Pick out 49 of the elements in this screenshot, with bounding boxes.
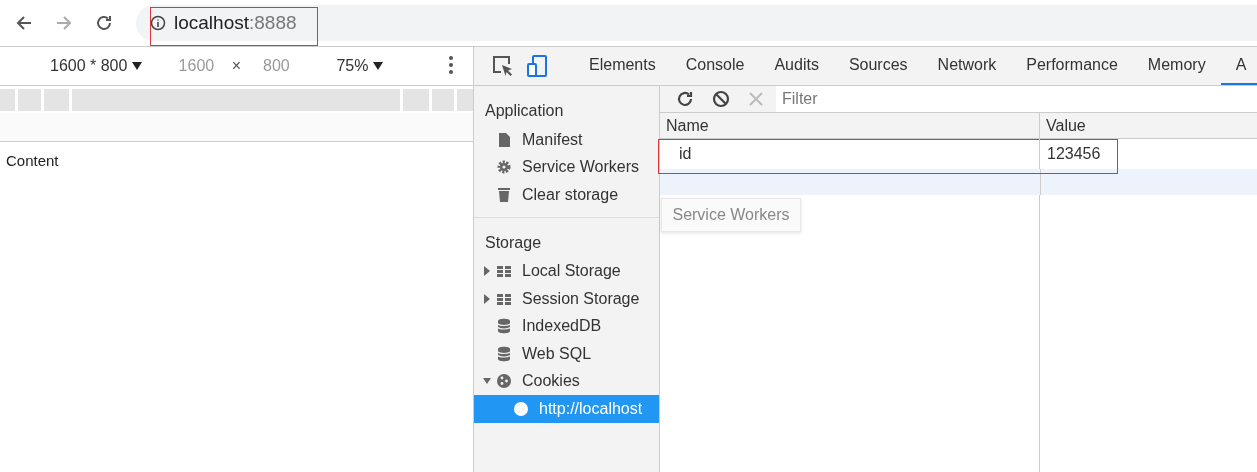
cookie-icon	[513, 400, 529, 417]
device-icon	[526, 55, 548, 77]
close-icon	[748, 91, 764, 107]
cookie-icon	[496, 373, 512, 390]
caret-icon	[373, 62, 384, 70]
database-icon	[496, 345, 512, 362]
sidebar-item[interactable]: Service Workers	[474, 153, 659, 181]
column-header[interactable]: Value	[1040, 113, 1257, 139]
sidebar-item[interactable]: IndexedDB	[474, 312, 659, 340]
grid-icon	[496, 263, 512, 280]
devtools-tab[interactable]: Audits	[759, 47, 834, 85]
kebab-icon	[449, 55, 453, 74]
sidebar-item[interactable]: Manifest	[474, 126, 659, 154]
zoom-dropdown[interactable]: 75%	[336, 57, 384, 75]
table-cell-text: 123456	[1046, 144, 1102, 164]
devtools-tab[interactable]: Network	[922, 47, 1012, 85]
devtools-tab[interactable]: Console	[670, 47, 760, 85]
database-icon	[496, 318, 512, 335]
times-sign: ×	[230, 57, 243, 75]
sidebar-item[interactable]: Cookies	[474, 367, 659, 395]
sidebar-item[interactable]: Local Storage	[474, 257, 659, 285]
devtools-tab[interactable]: Elements	[574, 47, 671, 85]
devtools-tab[interactable]: Sources	[833, 47, 923, 85]
device-preset-dropdown[interactable]: 1600 * 800	[50, 57, 143, 75]
section-heading: Application	[484, 101, 565, 121]
refresh-icon	[676, 90, 694, 108]
devtools-tab[interactable]: Memory	[1132, 47, 1221, 85]
info-icon	[150, 15, 166, 31]
block-icon	[712, 90, 730, 108]
collapsed-arrow-icon[interactable]	[483, 266, 491, 277]
tooltip: Service Workers	[661, 198, 801, 232]
document-icon	[496, 131, 512, 148]
address-bar[interactable]: localhost:8888	[136, 5, 1257, 41]
more-options-button[interactable]	[449, 55, 453, 77]
section-heading: Storage	[484, 232, 543, 253]
devtools-tab[interactable]: Performance	[1011, 47, 1133, 85]
sidebar-item[interactable]: Web SQL	[474, 340, 659, 368]
filter-field[interactable]: Filter	[776, 86, 1257, 112]
url-text: localhost:8888	[174, 12, 297, 34]
sidebar-item[interactable]: Clear storage	[474, 181, 659, 209]
page-text: Content	[5, 151, 60, 171]
column-header[interactable]: Name	[660, 113, 1040, 139]
inspect-icon	[492, 55, 514, 77]
trash-icon	[496, 186, 512, 203]
caret-icon	[132, 62, 143, 70]
sidebar-item[interactable]: Session Storage	[474, 285, 659, 313]
reload-icon	[94, 13, 114, 33]
collapsed-arrow-icon[interactable]	[483, 293, 491, 304]
gear-icon	[496, 159, 512, 176]
